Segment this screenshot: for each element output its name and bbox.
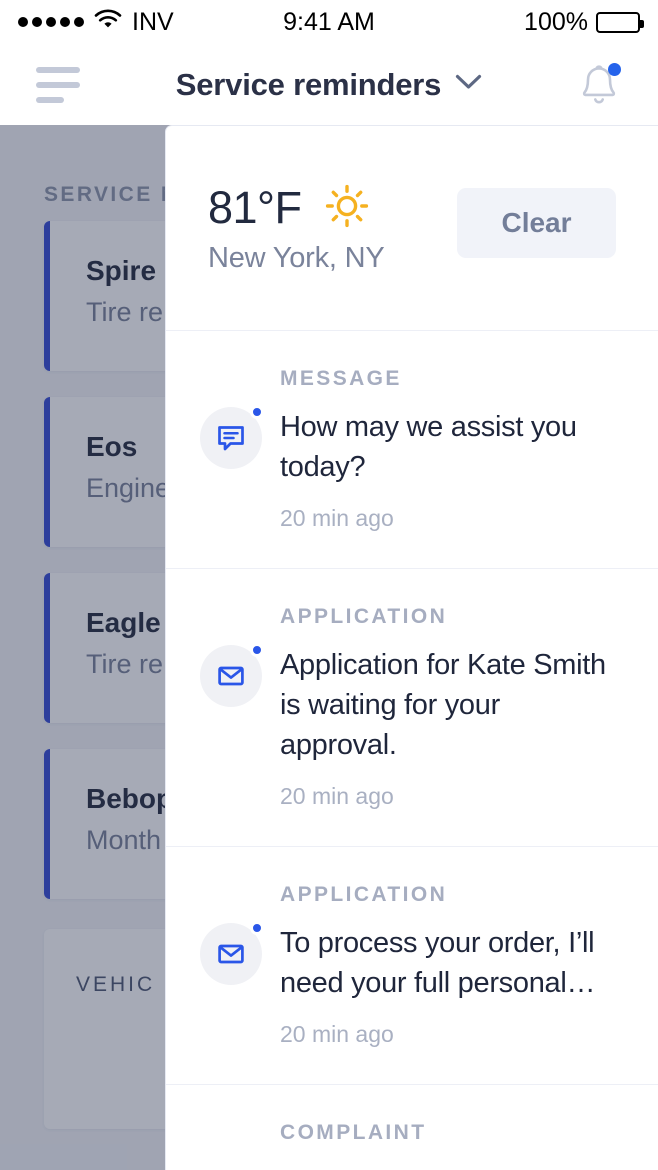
- status-bar-right: 100%: [524, 7, 644, 36]
- unread-badge-dot: [250, 643, 264, 658]
- weather-temperature-row: 81°F: [208, 182, 457, 234]
- notification-timestamp: 20 min ago: [280, 783, 394, 810]
- status-bar: INV 9:41 AM 100%: [0, 0, 658, 44]
- notification-text: To process your order, I’ll need your fu…: [280, 927, 596, 1000]
- notifications-panel: 81°F New York, NY Clear MESSAGE How may …: [165, 125, 658, 1170]
- notification-kicker: APPLICATION: [280, 605, 448, 629]
- sun-icon: [324, 183, 370, 234]
- unread-badge-dot: [250, 921, 264, 936]
- chevron-down-icon[interactable]: [455, 74, 482, 95]
- notification-icon-group: [200, 405, 264, 469]
- notification-text: Application for Kate Smith is waiting fo…: [280, 649, 606, 762]
- notification-text: How may we assist you today?: [280, 411, 577, 484]
- app-header: Service reminders: [0, 44, 658, 125]
- notification-item[interactable]: APPLICATION Application for Kate Smith i…: [166, 569, 658, 848]
- notification-timestamp: 20 min ago: [280, 505, 394, 532]
- page-title: Service reminders: [175, 66, 442, 102]
- bell-badge-dot: [608, 62, 621, 76]
- notification-body: APPLICATION To process your order, I’ll …: [280, 881, 616, 1048]
- header-title-group: Service reminders: [0, 67, 658, 103]
- weather-info: 81°F New York, NY: [208, 182, 457, 275]
- notification-item[interactable]: COMPLAINT: [166, 1085, 658, 1170]
- notification-item[interactable]: MESSAGE How may we assist you today? 20 …: [166, 331, 658, 570]
- weather-temperature: 81°F: [208, 182, 302, 233]
- notification-body: APPLICATION Application for Kate Smith i…: [280, 603, 616, 810]
- notification-kicker: MESSAGE: [280, 367, 402, 390]
- weather-widget: 81°F New York, NY Clear: [166, 126, 658, 331]
- hamburger-menu-icon[interactable]: [36, 65, 88, 105]
- notifications-bell-button[interactable]: [576, 62, 622, 108]
- notification-icon-group: [200, 921, 264, 986]
- battery-percent-label: 100%: [524, 7, 588, 36]
- notification-icon-group: [200, 643, 264, 708]
- phone-screen: INV 9:41 AM 100% Service reminders SERVI…: [0, 0, 658, 1170]
- unread-badge-dot: [250, 405, 264, 419]
- notification-kicker: APPLICATION: [280, 883, 448, 907]
- notification-timestamp: 20 min ago: [280, 1021, 394, 1048]
- notification-body: MESSAGE How may we assist you today? 20 …: [280, 365, 616, 532]
- weather-location: New York, NY: [208, 242, 385, 274]
- notification-item[interactable]: APPLICATION To process your order, I’ll …: [166, 847, 658, 1086]
- notification-body: COMPLAINT: [280, 1119, 616, 1145]
- battery-full-icon: [596, 11, 644, 33]
- notification-kicker: COMPLAINT: [280, 1121, 427, 1145]
- clear-button[interactable]: Clear: [457, 188, 616, 258]
